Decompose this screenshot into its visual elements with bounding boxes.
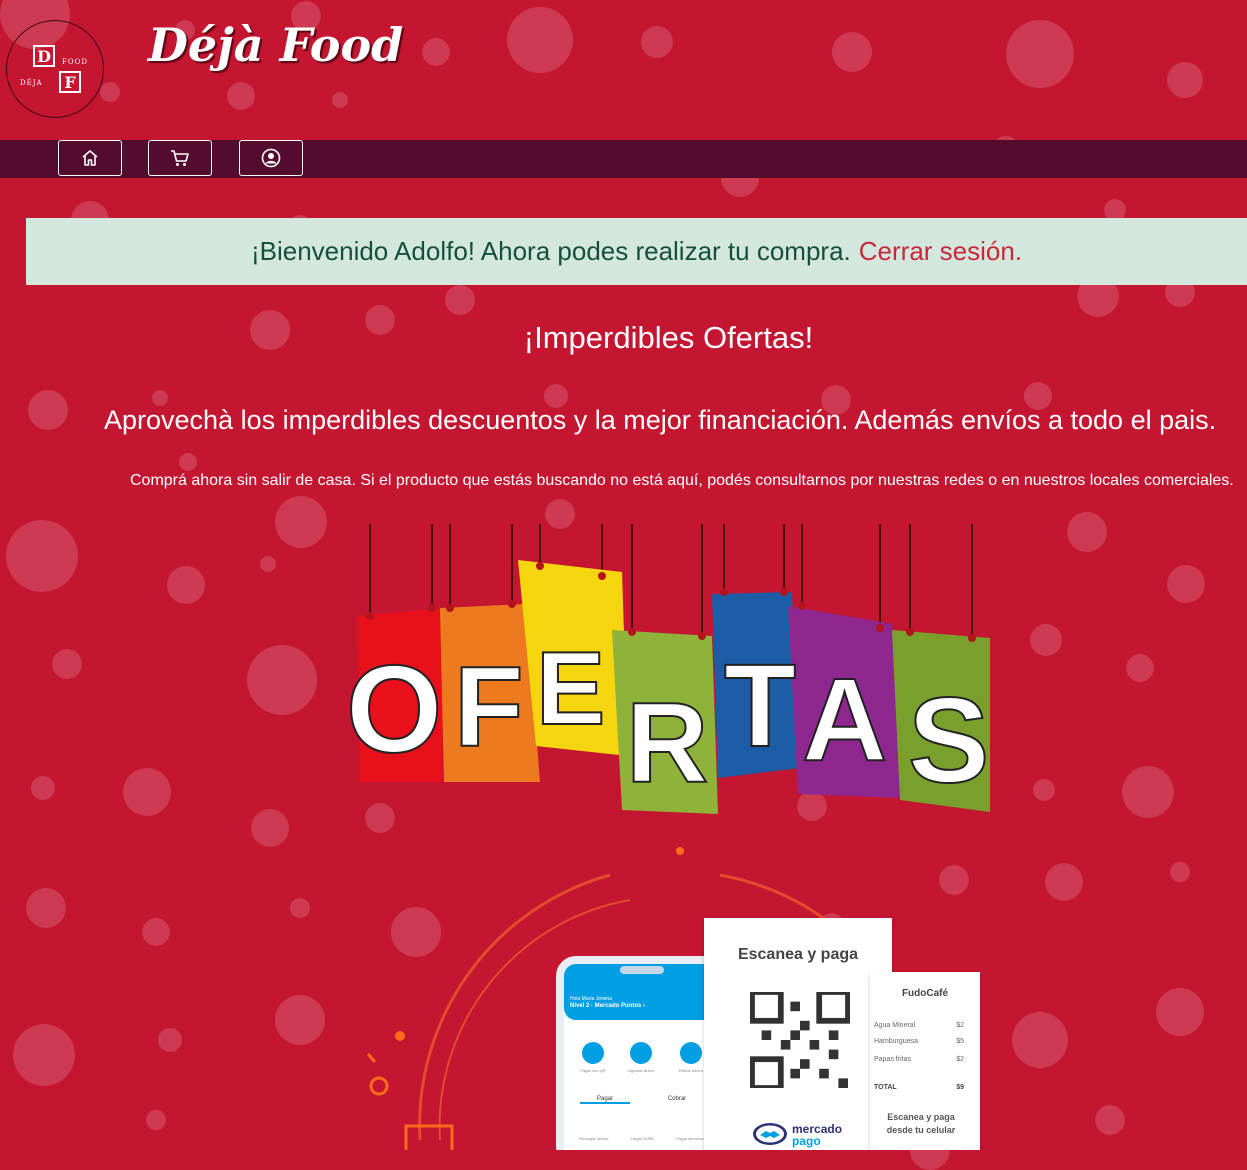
offers-heading: ¡Imperdibles Ofertas!	[523, 320, 814, 355]
receipt-shop: FudoCafé	[901, 988, 949, 999]
svg-text:T: T	[724, 640, 796, 772]
receipt-item-price: $2	[956, 1056, 964, 1063]
receipt-item-name: Papas fritas	[874, 1056, 911, 1063]
background-dot	[260, 556, 276, 572]
mp-brand-pago: pago	[792, 1134, 821, 1148]
phone-shortcut-1[interactable]: Recargar celular	[574, 1136, 614, 1141]
receipt-total: TOTAL $9	[874, 1084, 964, 1091]
background-dot	[142, 918, 170, 946]
background-dot	[167, 566, 205, 604]
receipt-item-name: Agua Mineral	[874, 1022, 916, 1029]
background-dot	[158, 1028, 182, 1052]
background-dot	[1012, 1012, 1068, 1068]
background-dot	[290, 898, 310, 918]
mercado-pago-promo: Hola María Jimena Nivel 2 · Mercado Punt…	[350, 840, 1000, 1150]
background-dot	[1170, 862, 1190, 882]
receipt-footer-2: desde tu celular	[886, 1125, 956, 1135]
receipt-item-name: Hamburguesa	[874, 1038, 918, 1045]
background-dot	[52, 649, 82, 679]
ofertas-banner: O F E R T A S	[345, 524, 990, 814]
qr-code-icon	[750, 992, 850, 1088]
background-dot	[1126, 654, 1154, 682]
svg-text:E: E	[536, 631, 605, 747]
handshake-icon	[753, 1123, 787, 1145]
receipt-total-value: $9	[956, 1084, 964, 1091]
background-dot	[1067, 512, 1107, 552]
receipt-item-price: $2	[956, 1022, 964, 1029]
background-dot	[13, 1024, 75, 1086]
background-dot	[179, 453, 197, 471]
background-dot	[123, 768, 171, 816]
header: D FOOD DÉJA F Déjà Food	[0, 0, 1247, 140]
background-dot	[26, 888, 66, 928]
phone-level: Nivel 2 · Mercado Puntos ›	[570, 1003, 646, 1009]
background-dot	[251, 809, 289, 847]
svg-text:O: O	[346, 641, 442, 779]
scan-card: Escanea y paga mercado pago	[704, 918, 892, 1150]
receipt-item: Papas fritas $2	[874, 1056, 964, 1063]
phone-action-qr[interactable]	[582, 1042, 604, 1064]
background-dot	[28, 390, 68, 430]
brand-logo[interactable]: D FOOD DÉJA F	[6, 20, 104, 118]
phone-shortcut-2[interactable]: Cargar SUBE	[622, 1136, 662, 1141]
receipt-total-label: TOTAL	[874, 1084, 897, 1091]
user-icon	[261, 148, 281, 168]
background-dot	[146, 1110, 166, 1130]
logo-word-food: FOOD	[62, 58, 88, 66]
phone-action-withdraw[interactable]	[680, 1042, 702, 1064]
receipt-footer-1: Escanea y paga	[887, 1112, 955, 1122]
logo-word-deja: DÉJA	[20, 79, 43, 87]
logo-letter-d: D	[33, 45, 55, 67]
background-dot	[1045, 863, 1083, 901]
svg-text:A: A	[802, 654, 887, 786]
background-dot	[1095, 1105, 1125, 1135]
background-dot	[6, 520, 78, 592]
receipt-item: Agua Mineral $2	[874, 1022, 964, 1029]
background-dot	[1156, 988, 1204, 1036]
background-dot	[275, 995, 325, 1045]
background-dot	[275, 496, 327, 548]
home-icon	[82, 150, 98, 166]
cart-icon	[171, 150, 189, 166]
brand-name: Déjà Food	[148, 18, 404, 72]
logo-letter-f: F	[59, 71, 81, 93]
offers-fine-print: Comprá ahora sin salir de casa. Si el pr…	[130, 472, 1234, 489]
receipt-card: FudoCafé Agua Mineral $2 Hamburguesa $5 …	[870, 972, 980, 1150]
phone-action-qr-label: Pagar con QR	[580, 1068, 606, 1073]
background-dot	[1167, 565, 1205, 603]
svg-text:F: F	[454, 644, 524, 771]
scan-title: Escanea y paga	[737, 946, 859, 963]
user-button[interactable]	[239, 140, 303, 176]
background-dot	[445, 285, 475, 315]
receipt-item-price: $5	[956, 1038, 964, 1045]
navbar	[0, 140, 1247, 178]
welcome-message: ¡Bienvenido Adolfo! Ahora podes realizar…	[250, 236, 851, 266]
background-dot	[247, 645, 317, 715]
offers-subtitle: Aprovechà los imperdibles descuentos y l…	[104, 405, 1217, 435]
phone-user: Hola María Jimena	[570, 996, 612, 1002]
phone-tab-charge[interactable]: Cobrar	[652, 1096, 702, 1102]
background-dot	[1030, 624, 1062, 656]
phone-action-deposit-label: Ingresar dinero	[627, 1068, 655, 1073]
svg-text:R: R	[626, 680, 708, 807]
background-dot	[152, 390, 168, 406]
background-dot	[1122, 766, 1174, 818]
background-dot	[1033, 779, 1055, 801]
svg-text:S: S	[908, 672, 989, 808]
phone-tab-pay[interactable]: Pagar	[580, 1096, 630, 1104]
home-button[interactable]	[58, 140, 122, 176]
phone-action-deposit[interactable]	[630, 1042, 652, 1064]
cart-button[interactable]	[148, 140, 212, 176]
logout-link[interactable]: Cerrar sesión.	[859, 236, 1022, 267]
welcome-alert: ¡Bienvenido Adolfo! Ahora podes realizar…	[26, 218, 1247, 285]
receipt-item: Hamburguesa $5	[874, 1038, 964, 1045]
background-dot	[31, 776, 55, 800]
